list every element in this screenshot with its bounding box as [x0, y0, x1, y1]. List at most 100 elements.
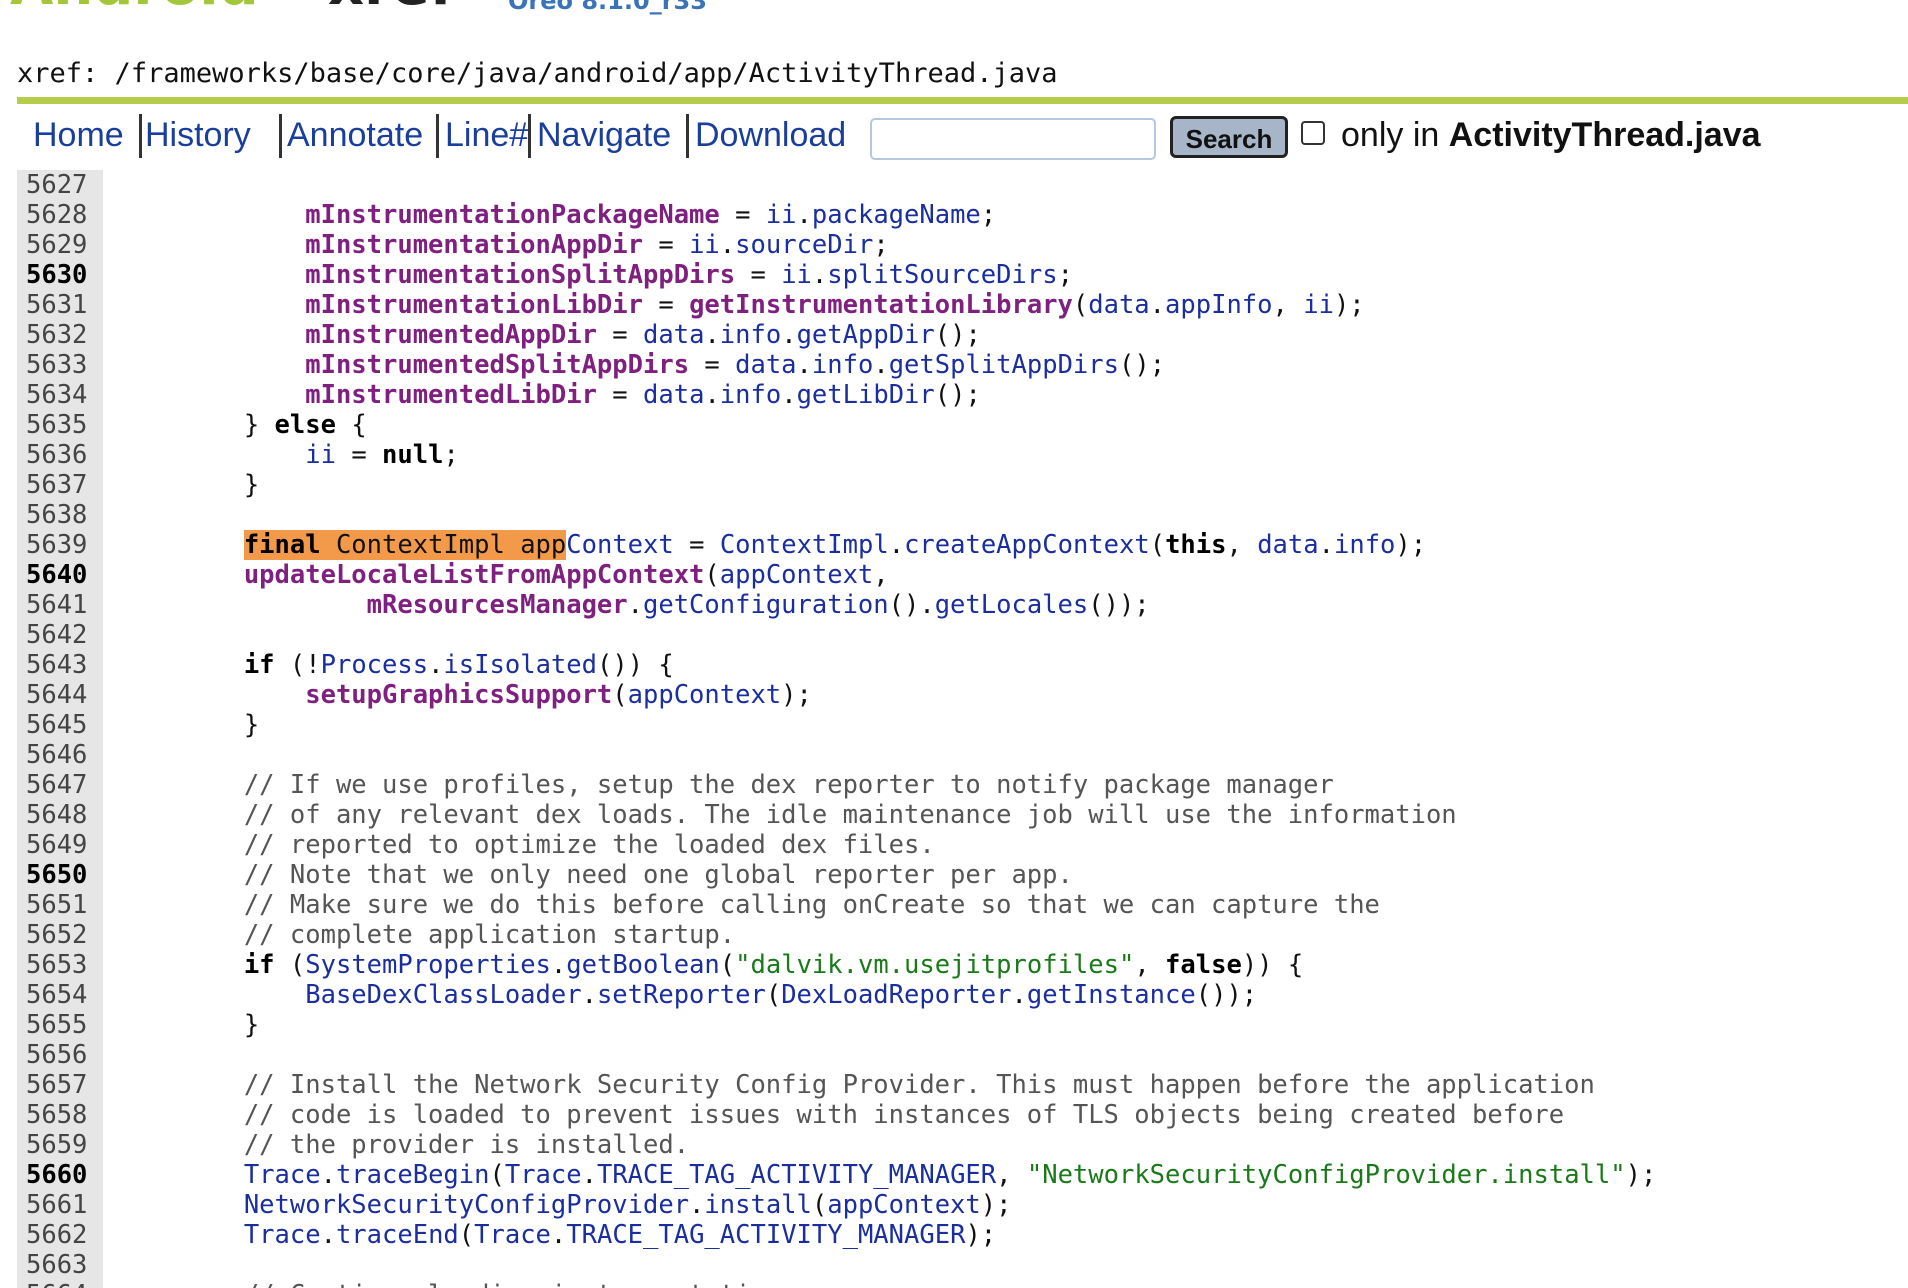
code-text: updateLocaleListFromAppContext(appContex…: [243, 560, 889, 590]
code-text: Trace.traceEnd(Trace.TRACE_TAG_ACTIVITY_…: [243, 1220, 997, 1250]
code-text: if (!Process.isIsolated()) {: [243, 650, 674, 680]
line-number[interactable]: 5649: [26, 830, 101, 860]
line-number[interactable]: 5662: [26, 1220, 101, 1250]
line-number[interactable]: 5627: [26, 170, 101, 200]
line-number[interactable]: 5631: [26, 290, 101, 320]
line-number[interactable]: 5656: [26, 1040, 101, 1070]
line-number[interactable]: 5658: [26, 1100, 101, 1130]
nav-annotate-link[interactable]: Annotate: [287, 116, 423, 155]
code-text: ii = null;: [305, 440, 459, 470]
opengrok-logo[interactable]: Android xref Oreo 8.1.0_r33: [10, 0, 910, 20]
code-text: // code is loaded to prevent issues with…: [243, 1100, 1565, 1130]
line-number[interactable]: 5629: [26, 230, 101, 260]
line-number[interactable]: 5647: [26, 770, 101, 800]
code-text: if (SystemProperties.getBoolean("dalvik.…: [243, 950, 1304, 980]
line-number[interactable]: 5632: [26, 320, 101, 350]
code-text: final ContextImpl appContext = ContextIm…: [243, 530, 1427, 560]
line-number[interactable]: 5655: [26, 1010, 101, 1040]
nav-separator: [528, 114, 531, 158]
code-text: // complete application startup.: [243, 920, 736, 950]
code-text: // Continue loading instrumentation.: [121, 1280, 797, 1288]
line-number[interactable]: 5651: [26, 890, 101, 920]
line-number[interactable]: 5637: [26, 470, 101, 500]
code-text: }: [243, 470, 260, 500]
breadcrumb-current-file[interactable]: ActivityThread.java: [749, 58, 1058, 89]
code-text: mInstrumentedLibDir = data.info.getLibDi…: [305, 380, 981, 410]
nav-separator: [686, 114, 689, 158]
header-divider: [17, 97, 1908, 104]
breadcrumb-prefix: xref:: [17, 58, 115, 89]
line-number[interactable]: 5657: [26, 1070, 101, 1100]
code-text: Trace.traceBegin(Trace.TRACE_TAG_ACTIVIT…: [243, 1160, 1657, 1190]
line-number[interactable]: 5635: [26, 410, 101, 440]
breadcrumb-segment[interactable]: core: [391, 58, 456, 89]
nav-navigate-link[interactable]: Navigate: [537, 116, 671, 155]
line-number[interactable]: 5661: [26, 1190, 101, 1220]
version-label: Oreo 8.1.0_r33: [508, 0, 707, 15]
line-number[interactable]: 5643: [26, 650, 101, 680]
code-text: }: [243, 710, 260, 740]
code-text: // of any relevant dex loads. The idle m…: [243, 800, 1457, 830]
line-number[interactable]: 5640: [26, 560, 101, 590]
line-number[interactable]: 5659: [26, 1130, 101, 1160]
line-number[interactable]: 5652: [26, 920, 101, 950]
line-number[interactable]: 5638: [26, 500, 101, 530]
search-hit-highlight: final ContextImpl app: [243, 530, 567, 560]
breadcrumb-segment[interactable]: app: [684, 58, 733, 89]
line-number[interactable]: 5639: [26, 530, 101, 560]
source-code-view: 5627 5628 mInstrumentationPackageName = i…: [17, 170, 1908, 1288]
breadcrumb-segment[interactable]: android: [554, 58, 668, 89]
nav-line-numbers-link[interactable]: Line#: [445, 116, 528, 155]
line-number[interactable]: 5653: [26, 950, 101, 980]
line-number[interactable]: 5660: [26, 1160, 101, 1190]
line-number[interactable]: 5650: [26, 860, 101, 890]
code-text: mInstrumentationAppDir = ii.sourceDir;: [305, 230, 889, 260]
line-number[interactable]: 5641: [26, 590, 101, 620]
nav-separator: [279, 114, 282, 158]
code-text: mInstrumentationLibDir = getInstrumentat…: [305, 290, 1365, 320]
code-text: mInstrumentationSplitAppDirs = ii.splitS…: [305, 260, 1073, 290]
code-text: mInstrumentationPackageName = ii.package…: [305, 200, 997, 230]
breadcrumb: xref: /frameworks/base/core/java/android…: [17, 58, 1058, 89]
line-number[interactable]: 5644: [26, 680, 101, 710]
logo-android-text: Android: [10, 0, 259, 16]
line-number[interactable]: 5645: [26, 710, 101, 740]
line-number[interactable]: 5648: [26, 800, 101, 830]
nav-separator: [436, 114, 439, 158]
nav-history-link[interactable]: History: [145, 116, 251, 155]
line-number[interactable]: 5634: [26, 380, 101, 410]
breadcrumb-segment[interactable]: frameworks: [131, 58, 294, 89]
line-number[interactable]: 5642: [26, 620, 101, 650]
breadcrumb-segment[interactable]: java: [472, 58, 537, 89]
code-text: // the provider is installed.: [243, 1130, 690, 1160]
code-text: NetworkSecurityConfigProvider.install(ap…: [243, 1190, 1012, 1220]
only-in-file-name: ActivityThread.java: [1448, 116, 1761, 154]
line-number[interactable]: 5664: [26, 1280, 101, 1288]
breadcrumb-segment[interactable]: base: [310, 58, 375, 89]
search-input[interactable]: [870, 118, 1156, 160]
code-text: // If we use profiles, setup the dex rep…: [243, 770, 1334, 800]
code-text: mInstrumentedAppDir = data.info.getAppDi…: [305, 320, 981, 350]
line-number[interactable]: 5654: [26, 980, 101, 1010]
only-in-file-checkbox[interactable]: [1301, 121, 1325, 145]
code-text: // Install the Network Security Config P…: [243, 1070, 1595, 1100]
code-text: } else {: [243, 410, 367, 440]
logo-xref-text: xref: [328, 0, 454, 16]
nav-separator: [139, 114, 142, 158]
code-text: BaseDexClassLoader.setReporter(DexLoadRe…: [305, 980, 1258, 1010]
code-text: // Note that we only need one global rep…: [243, 860, 1073, 890]
search-button[interactable]: Search: [1170, 116, 1288, 158]
line-number[interactable]: 5636: [26, 440, 101, 470]
line-number[interactable]: 5633: [26, 350, 101, 380]
line-number[interactable]: 5663: [26, 1250, 101, 1280]
line-number[interactable]: 5646: [26, 740, 101, 770]
nav-download-link[interactable]: Download: [695, 116, 846, 155]
only-in-file-label: only in ActivityThread.java: [1341, 116, 1761, 154]
line-number[interactable]: 5630: [26, 260, 101, 290]
navigation-bar: Home History Annotate Line# Navigate Dow…: [17, 104, 1908, 170]
nav-home-link[interactable]: Home: [33, 116, 124, 155]
code-text: // Make sure we do this before calling o…: [243, 890, 1380, 920]
code-text: mResourcesManager.getConfiguration().get…: [366, 590, 1150, 620]
line-number[interactable]: 5628: [26, 200, 101, 230]
code-text: mInstrumentedSplitAppDirs = data.info.ge…: [305, 350, 1166, 380]
